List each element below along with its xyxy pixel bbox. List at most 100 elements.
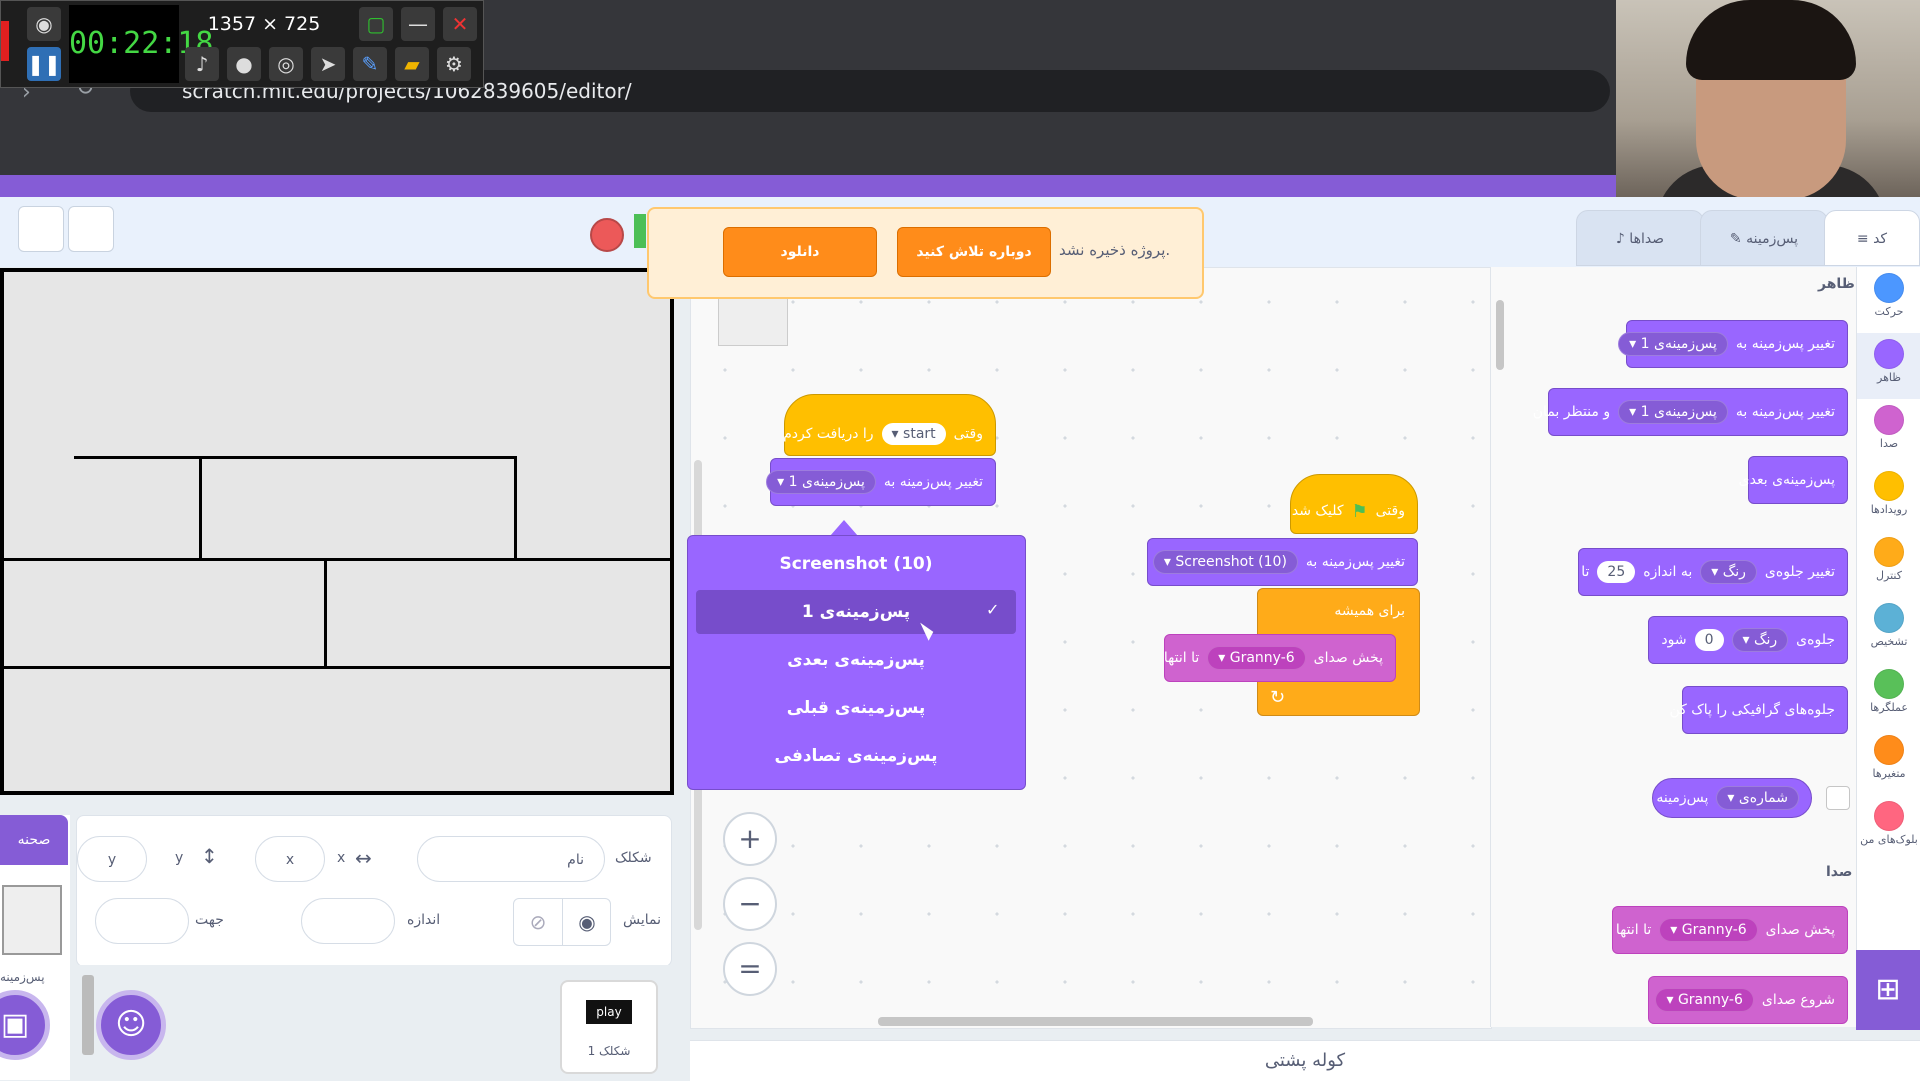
hide-eye-icon[interactable]: ⊘: [514, 899, 562, 945]
stage-canvas[interactable]: [0, 268, 674, 795]
category-control[interactable]: کنترل: [1857, 531, 1920, 597]
camera-icon[interactable]: ◉: [27, 7, 61, 41]
number-name-dropdown[interactable]: شماره‌ی ▾: [1716, 786, 1799, 810]
download-button[interactable]: دانلود: [723, 227, 877, 277]
category-motion[interactable]: حرکت: [1857, 267, 1920, 333]
when-flag-clicked-block[interactable]: وقتی ⚑ کلیک شد: [1290, 474, 1418, 534]
sound-dropdown[interactable]: Granny-6 ▾: [1659, 918, 1758, 942]
tab-code[interactable]: ≡ کد: [1824, 210, 1920, 266]
save-failed-notice: پروژه ذخیره نشد. دوباره تلاش کنید دانلود: [647, 207, 1204, 299]
palette-backdrop-number-reporter[interactable]: شماره‌ی ▾ پس‌زمینه: [1652, 778, 1812, 818]
screen-recorder-toolbar: ◉ ❚❚ 00:22:18 1357 × 725 ▢ — ✕ ♪ ● ◎ ➤ ✎…: [0, 0, 484, 88]
dropdown-item-previous[interactable]: پس‌زمینه‌ی قبلی: [696, 686, 1016, 730]
backdrop-dropdown[interactable]: پس‌زمینه‌ی 1 ▾: [1618, 332, 1728, 356]
pause-icon[interactable]: ❚❚: [27, 47, 61, 81]
play-sound-until-done-block[interactable]: پخش صدای Granny-6 ▾ تا انتها: [1164, 634, 1396, 682]
recording-timer: 00:22:18: [69, 5, 214, 83]
palette-clear-effects[interactable]: جلوه‌های گرافیکی را پاک کن: [1669, 686, 1848, 734]
effect-dropdown[interactable]: رنگ ▾: [1731, 628, 1789, 652]
x-input[interactable]: x: [255, 836, 325, 882]
block-text: تغییر پس‌زمینه به: [1305, 554, 1405, 570]
stop-button[interactable]: [590, 218, 624, 252]
effect-value-input[interactable]: 0: [1694, 629, 1724, 651]
speaker-icon[interactable]: ♪: [185, 47, 219, 81]
dropdown-item-screenshot[interactable]: Screenshot (10): [696, 542, 1016, 586]
minimize-icon[interactable]: —: [401, 7, 435, 41]
palette-set-effect[interactable]: جلوه‌ی رنگ ▾ 0 شود: [1648, 616, 1848, 664]
extension-icon: ⊞: [1875, 972, 1901, 1007]
retry-button[interactable]: دوباره تلاش کنید: [897, 227, 1051, 277]
sound-dropdown[interactable]: Granny-6 ▾: [1655, 988, 1754, 1012]
backpack-bar[interactable]: کوله پشتی: [690, 1040, 1920, 1081]
sprite-name-input[interactable]: نام: [417, 836, 605, 882]
hat-prefix: وقتی: [1375, 503, 1405, 519]
close-icon[interactable]: ✕: [443, 7, 477, 41]
effect-dropdown[interactable]: رنگ ▾: [1700, 560, 1757, 584]
stage-panel-header: صحنه: [0, 815, 68, 865]
category-looks[interactable]: ظاهر: [1857, 333, 1920, 399]
palette-play-sound-until-done[interactable]: پخش صدای Granny-6 ▾ تا انتها: [1612, 906, 1848, 954]
category-events[interactable]: رویدادها: [1857, 465, 1920, 531]
small-stage-button[interactable]: [18, 206, 64, 252]
switch-backdrop-block[interactable]: تغییر پس‌زمینه به پس‌زمینه‌ی 1 ▾: [766, 458, 996, 506]
code-horizontal-scrollbar[interactable]: [878, 1017, 1313, 1026]
add-extension-button[interactable]: ⊞: [1856, 950, 1920, 1030]
direction-input[interactable]: [95, 898, 189, 944]
cursor-icon[interactable]: ➤: [311, 47, 345, 81]
dropdown-item-next[interactable]: پس‌زمینه‌ی بعدی: [696, 638, 1016, 682]
green-flag-button[interactable]: [634, 214, 646, 248]
block-text: تغییر پس‌زمینه به: [1735, 404, 1835, 420]
sprite-thumbnail[interactable]: play شکلک 1: [560, 980, 658, 1074]
hat-suffix: کلیک شد: [1291, 503, 1344, 519]
palette-start-sound[interactable]: شروع صدای Granny-6 ▾: [1648, 976, 1848, 1024]
palette-scrollbar[interactable]: [1496, 300, 1504, 370]
effect-amount-input[interactable]: 25: [1597, 561, 1636, 583]
category-operators[interactable]: عملگرها: [1857, 663, 1920, 729]
palette-change-effect[interactable]: تغییر جلوه‌ی رنگ ▾ به اندازه 25 تا: [1578, 548, 1848, 596]
category-my-blocks[interactable]: بلوک‌های من: [1857, 795, 1920, 861]
category-sound[interactable]: صدا: [1857, 399, 1920, 465]
dropdown-item-backdrop1[interactable]: پس‌زمینه‌ی 1: [696, 590, 1016, 634]
dropdown-item-random[interactable]: پس‌زمینه‌ی تصادفی: [696, 734, 1016, 778]
stage-drawing-line: [199, 456, 517, 459]
show-eye-icon[interactable]: ◉: [562, 899, 611, 945]
tab-backdrops[interactable]: ✎ پس‌زمینه: [1700, 210, 1828, 266]
zoom-in-button[interactable]: +: [723, 812, 777, 866]
sound-dropdown[interactable]: Granny-6 ▾: [1207, 646, 1306, 670]
brush-icon: ✎: [1729, 231, 1747, 247]
reporter-checkbox[interactable]: [1826, 786, 1850, 810]
maximize-icon[interactable]: ▢: [359, 7, 393, 41]
backdrop-thumbnail[interactable]: [2, 885, 62, 955]
large-stage-button[interactable]: [68, 206, 114, 252]
category-variables[interactable]: متغیرها: [1857, 729, 1920, 795]
zoom-out-button[interactable]: −: [723, 877, 777, 931]
pen-icon[interactable]: ✎: [353, 47, 387, 81]
switch-backdrop-block-2[interactable]: تغییر پس‌زمینه به Screenshot (10) ▾: [1147, 538, 1418, 586]
message-dropdown[interactable]: start ▾: [881, 423, 946, 445]
hat-suffix: را دریافت کردم: [783, 426, 874, 442]
block-text: تغییر پس‌زمینه به: [883, 474, 983, 490]
category-label: حرکت: [1874, 305, 1904, 318]
webcam-icon[interactable]: ◎: [269, 47, 303, 81]
size-input[interactable]: [301, 898, 395, 944]
microphone-icon[interactable]: ●: [227, 47, 261, 81]
settings-gear-icon[interactable]: ⚙: [437, 47, 471, 81]
zoom-reset-button[interactable]: =: [723, 942, 777, 996]
backdrop-dropdown-2[interactable]: Screenshot (10) ▾: [1152, 550, 1298, 574]
palette-next-backdrop[interactable]: پس‌زمینه‌ی بعدی: [1739, 456, 1848, 504]
backdrop-dropdown[interactable]: پس‌زمینه‌ی 1 ▾: [766, 470, 876, 494]
category-dot-icon: [1874, 537, 1904, 567]
when-receive-hat-block[interactable]: وقتی start ▾ را دریافت کردم: [783, 394, 996, 456]
y-input[interactable]: y: [77, 836, 147, 882]
backdrop-dropdown[interactable]: پس‌زمینه‌ی 1 ▾: [1618, 400, 1728, 424]
sprite-list-scrollbar[interactable]: [82, 975, 94, 1055]
palette-switch-backdrop[interactable]: تغییر پس‌زمینه به پس‌زمینه‌ی 1 ▾: [1618, 320, 1848, 368]
category-sensing[interactable]: تشخیص: [1857, 597, 1920, 663]
sprite-name: شکلک 1: [587, 1044, 631, 1058]
tab-sounds[interactable]: ♪ صداها: [1576, 210, 1704, 266]
choose-sprite-button[interactable]: ☺: [96, 990, 166, 1060]
palette-switch-backdrop-wait[interactable]: تغییر پس‌زمینه به پس‌زمینه‌ی 1 ▾ و منتظر…: [1533, 388, 1848, 436]
folder-icon[interactable]: ▰: [395, 47, 429, 81]
block-suffix: و منتظر بمان: [1532, 404, 1611, 420]
category-dot-icon: [1874, 603, 1904, 633]
